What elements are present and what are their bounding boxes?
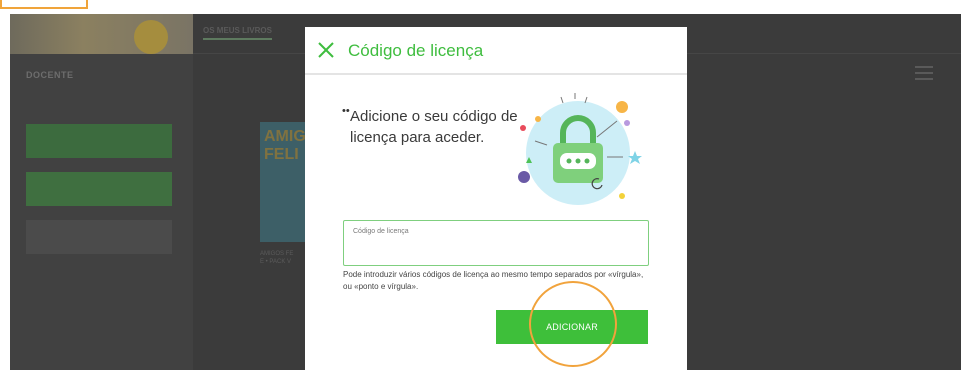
license-code-modal: Código de licença •• Adicione o seu códi…	[305, 27, 687, 370]
book-cover-title: AMIG FELI	[264, 128, 306, 163]
role-label: DOCENTE	[26, 70, 74, 80]
tab-my-books[interactable]: OS MEUS LIVROS	[203, 26, 272, 40]
top-left-badge	[0, 0, 88, 9]
book-cover[interactable]: AMIG FELI	[260, 122, 310, 242]
padlock-illustration	[518, 93, 642, 205]
book-caption: AMIGOS FE E • PACK V	[260, 251, 294, 265]
list-view-icon[interactable]	[915, 66, 933, 80]
sidebar: DOCENTE	[10, 14, 193, 370]
hint-text: Pode introduzir vários códigos de licenç…	[343, 270, 644, 291]
close-icon[interactable]	[317, 41, 335, 59]
sidebar-button-1[interactable]	[26, 124, 172, 158]
modal-title: Código de licença	[348, 41, 484, 60]
sidebar-button-2[interactable]	[26, 172, 172, 206]
sidebar-button-3[interactable]	[26, 220, 172, 254]
license-code-field[interactable]: Código de licença	[343, 220, 649, 266]
intro-text: Adicione o seu código de licença para ac…	[350, 108, 518, 146]
hero-sun-shape	[134, 20, 168, 54]
add-button[interactable]: ADICIONAR	[496, 310, 648, 344]
license-code-input[interactable]	[353, 241, 639, 261]
modal-header: Código de licença	[305, 27, 687, 75]
screenshot-stage: DOCENTE OS MEUS LIVROS AMIG FELI AMIGOS …	[0, 0, 971, 374]
license-code-field-label: Código de licença	[353, 228, 409, 235]
bullet-dots: ••	[342, 105, 350, 117]
